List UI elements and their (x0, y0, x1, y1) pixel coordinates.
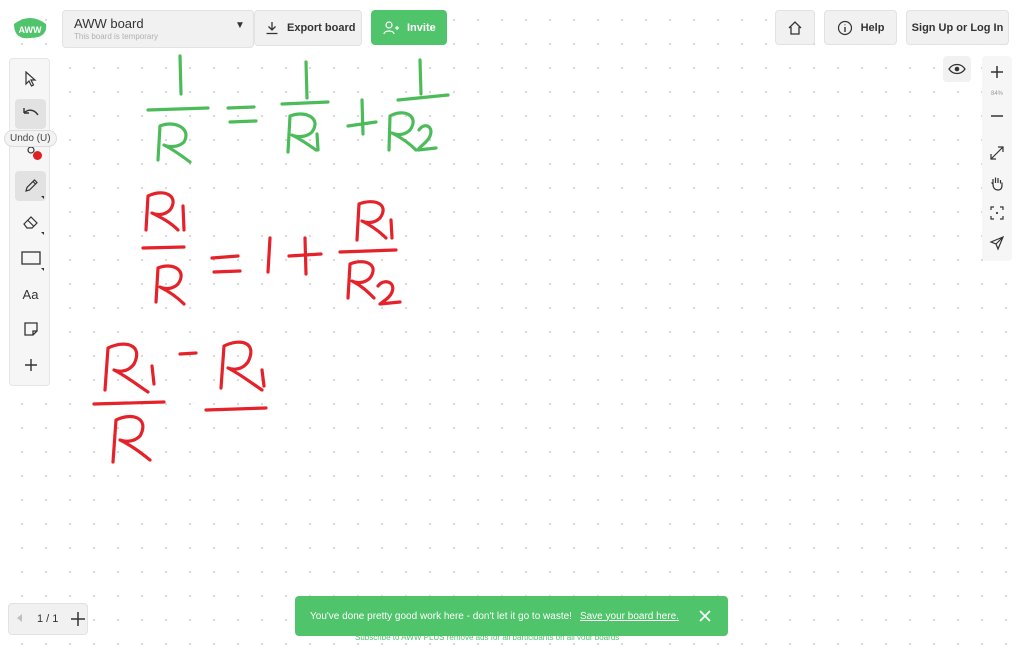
home-icon (788, 20, 802, 35)
zoom-level: 84% (990, 91, 1003, 97)
submenu-caret-icon (41, 268, 44, 271)
fullscreen-icon (990, 146, 1004, 160)
page-navigation: 1 / 1 (8, 603, 88, 635)
add-page-icon[interactable] (69, 610, 87, 628)
plus-icon (24, 359, 37, 371)
more-tools-button[interactable] (15, 350, 46, 380)
red-equation-2 (92, 340, 268, 464)
aww-logo[interactable]: AWW (10, 14, 50, 42)
pencil-tool[interactable] (15, 171, 46, 201)
zoom-in-button[interactable] (985, 60, 1009, 84)
signup-label: Sign Up or Log In (911, 21, 1004, 34)
zoom-out-button[interactable] (985, 104, 1009, 128)
sticky-note-icon (23, 322, 38, 336)
right-toolbar: 84% (982, 56, 1012, 261)
left-toolbar: Aa (9, 58, 50, 386)
export-board-button[interactable]: Export board (254, 10, 362, 46)
color-indicator[interactable] (33, 151, 42, 160)
logo-text: AWW (19, 25, 42, 35)
help-label: Help (860, 21, 885, 34)
sticky-note-tool[interactable] (15, 314, 46, 344)
undo-tooltip: Undo (U) (4, 130, 57, 147)
pencil-icon (24, 179, 38, 192)
previous-page-icon[interactable] (17, 614, 22, 622)
eraser-icon (22, 216, 38, 229)
rectangle-icon (20, 251, 41, 265)
home-button[interactable] (775, 10, 815, 45)
invite-label: Invite (407, 21, 436, 34)
laser-pointer-button[interactable] (985, 231, 1009, 255)
select-tool[interactable] (15, 64, 46, 94)
page-counter: 1 / 1 (37, 613, 59, 625)
save-board-toast: You've done pretty good work here - don'… (295, 596, 728, 636)
shape-tool[interactable] (15, 243, 46, 273)
toast-message: You've done pretty good work here - don'… (310, 610, 572, 622)
board-title: AWW board (74, 16, 144, 31)
text-tool-label: Aa (22, 286, 39, 302)
board-name-dropdown[interactable]: AWW board This board is temporary ▼ (62, 10, 254, 48)
laser-icon (989, 235, 1005, 251)
zoom-out-icon (991, 115, 1003, 117)
info-icon (837, 20, 852, 35)
hand-icon (991, 177, 1003, 191)
signup-login-button[interactable]: Sign Up or Log In (906, 10, 1009, 45)
undo-button[interactable] (15, 99, 46, 129)
view-mode-button[interactable] (943, 56, 971, 82)
help-button[interactable]: Help (824, 10, 897, 45)
close-icon[interactable] (698, 609, 712, 623)
drawing-canvas[interactable] (0, 0, 1024, 648)
add-user-icon (383, 20, 399, 34)
fit-to-screen-button[interactable] (985, 201, 1009, 225)
save-board-link[interactable]: Save your board here. (580, 611, 679, 622)
select-icon (24, 71, 37, 87)
green-equation (146, 54, 450, 164)
subscribe-banner[interactable]: Subscribe to AWW PLUS remove ads for all… (355, 634, 619, 640)
red-equation-1 (141, 191, 402, 306)
download-icon (266, 22, 278, 35)
eraser-tool[interactable] (15, 207, 46, 237)
submenu-caret-icon (41, 196, 44, 199)
hand-tool-button[interactable] (985, 171, 1009, 195)
fit-icon (990, 206, 1004, 220)
text-tool[interactable]: Aa (15, 279, 46, 309)
zoom-in-icon (991, 66, 1003, 78)
invite-button[interactable]: Invite (371, 10, 447, 45)
board-subtitle: This board is temporary (74, 32, 159, 41)
fullscreen-button[interactable] (985, 141, 1009, 165)
eye-icon (948, 63, 966, 75)
chevron-down-icon: ▼ (235, 20, 245, 31)
undo-icon (22, 108, 39, 116)
export-label: Export board (287, 22, 356, 34)
submenu-caret-icon (41, 232, 44, 235)
